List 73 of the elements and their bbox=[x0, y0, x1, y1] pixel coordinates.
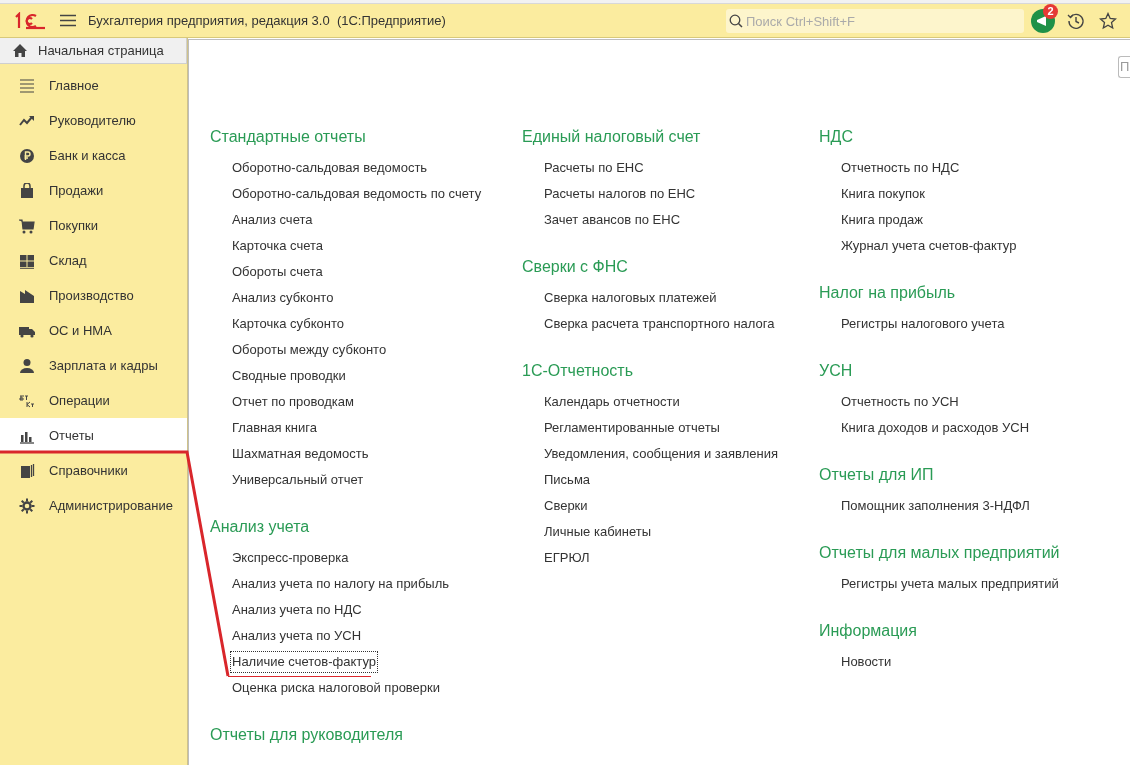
report-link[interactable]: Сводные проводки bbox=[231, 363, 347, 389]
report-link[interactable]: Регламентированные отчеты bbox=[543, 415, 721, 441]
report-link[interactable]: Письма bbox=[543, 467, 592, 493]
report-link[interactable]: Календарь отчетности bbox=[543, 389, 681, 415]
factory-icon bbox=[19, 287, 35, 304]
section-heading: НДС bbox=[819, 127, 853, 147]
search-field[interactable]: Поиск Ctrl+Shift+F bbox=[726, 9, 1024, 33]
report-link[interactable]: Оборотно-сальдовая ведомость bbox=[231, 155, 429, 181]
report-link[interactable]: Сверка налоговых платежей bbox=[543, 285, 718, 311]
section-heading: Налог на прибыль bbox=[819, 283, 956, 303]
search-icon bbox=[729, 13, 743, 28]
section-heading: Единый налоговый счет bbox=[522, 127, 701, 147]
report-link[interactable]: Уведомления, сообщения и заявления bbox=[543, 441, 779, 467]
section-heading: Информация bbox=[819, 621, 917, 641]
report-link[interactable]: Оборотно-сальдовая ведомость по счету bbox=[231, 181, 483, 207]
logo-icon bbox=[14, 11, 46, 30]
home-tab[interactable]: Начальная страница bbox=[0, 38, 187, 64]
gear-icon bbox=[19, 497, 35, 514]
report-link[interactable]: Помощник заполнения 3-НДФЛ bbox=[840, 493, 1031, 519]
report-link[interactable]: Новости bbox=[840, 649, 893, 675]
shopping-bag-icon bbox=[19, 182, 35, 199]
debit-credit-icon bbox=[19, 392, 35, 409]
report-link[interactable]: Зачет авансов по ЕНС bbox=[543, 207, 682, 233]
report-link[interactable]: Оценка риска налоговой проверки bbox=[231, 675, 442, 701]
report-link[interactable]: Обороты между субконто bbox=[231, 337, 388, 363]
report-link[interactable]: Отчетность по НДС bbox=[840, 155, 961, 181]
grid-icon bbox=[19, 252, 35, 269]
window-title: Бухгалтерия предприятия, редакция 3.0 (1С:Предприятие) bbox=[88, 11, 446, 30]
report-link[interactable]: Книга продаж bbox=[840, 207, 925, 233]
section-heading: Отчеты для малых предприятий bbox=[819, 543, 1060, 563]
report-link[interactable]: Сверки bbox=[543, 493, 589, 519]
report-link[interactable]: Карточка счета bbox=[231, 233, 325, 259]
report-link[interactable]: Главная книга bbox=[231, 415, 318, 441]
report-link[interactable]: Анализ учета по НДС bbox=[231, 597, 363, 623]
sidebar-item[interactable]: Отчеты bbox=[0, 418, 187, 453]
report-link[interactable]: Карточка субконто bbox=[231, 311, 345, 337]
ruble-coin-icon bbox=[19, 147, 35, 164]
person-icon bbox=[19, 357, 35, 374]
report-link[interactable]: Экспресс-проверка bbox=[231, 545, 350, 571]
report-link[interactable]: Расчеты налогов по ЕНС bbox=[543, 181, 697, 207]
menu-icon[interactable] bbox=[60, 14, 76, 27]
report-link[interactable]: Анализ учета по налогу на прибыль bbox=[231, 571, 451, 597]
report-link[interactable]: Регистры налогового учета bbox=[840, 311, 1006, 337]
section-heading: 1С-Отчетность bbox=[522, 361, 633, 381]
report-link[interactable]: Анализ субконто bbox=[231, 285, 335, 311]
report-link[interactable]: Журнал учета счетов-фактур bbox=[840, 233, 1018, 259]
report-link[interactable]: Универсальный отчет bbox=[231, 467, 365, 493]
report-link[interactable]: Книга доходов и расходов УСН bbox=[840, 415, 1031, 441]
section-heading: Отчеты для ИП bbox=[819, 465, 934, 485]
report-link[interactable]: Расчеты по ЕНС bbox=[543, 155, 645, 181]
section-heading: Анализ учета bbox=[210, 517, 310, 537]
cart-icon bbox=[19, 217, 35, 234]
menu-icon bbox=[19, 77, 35, 94]
books-icon bbox=[19, 462, 35, 479]
report-link[interactable]: Личные кабинеты bbox=[543, 519, 653, 545]
report-link[interactable]: Шахматная ведомость bbox=[231, 441, 370, 467]
section-heading: Отчеты для руководителя bbox=[210, 725, 403, 745]
report-link[interactable]: Анализ учета по УСН bbox=[231, 623, 363, 649]
report-link[interactable]: Отчет по проводкам bbox=[231, 389, 355, 415]
section-heading: Сверки с ФНС bbox=[522, 257, 628, 277]
report-link[interactable]: Обороты счета bbox=[231, 259, 324, 285]
report-link[interactable]: Регистры учета малых предприятий bbox=[840, 571, 1060, 597]
report-link[interactable]: Наличие счетов-фактур bbox=[231, 649, 377, 675]
home-icon bbox=[13, 44, 27, 57]
report-link[interactable]: Анализ счета bbox=[231, 207, 314, 233]
history-icon[interactable] bbox=[1067, 11, 1085, 30]
section-heading: УСН bbox=[819, 361, 853, 381]
section-heading: Стандартные отчеты bbox=[210, 127, 366, 147]
report-link[interactable]: Сверка расчета транспортного налога bbox=[543, 311, 776, 337]
report-link[interactable]: Отчетность по УСН bbox=[840, 389, 960, 415]
report-link[interactable]: ЕГРЮЛ bbox=[543, 545, 591, 571]
report-link[interactable]: Книга покупок bbox=[840, 181, 926, 207]
star-icon[interactable] bbox=[1099, 11, 1117, 30]
